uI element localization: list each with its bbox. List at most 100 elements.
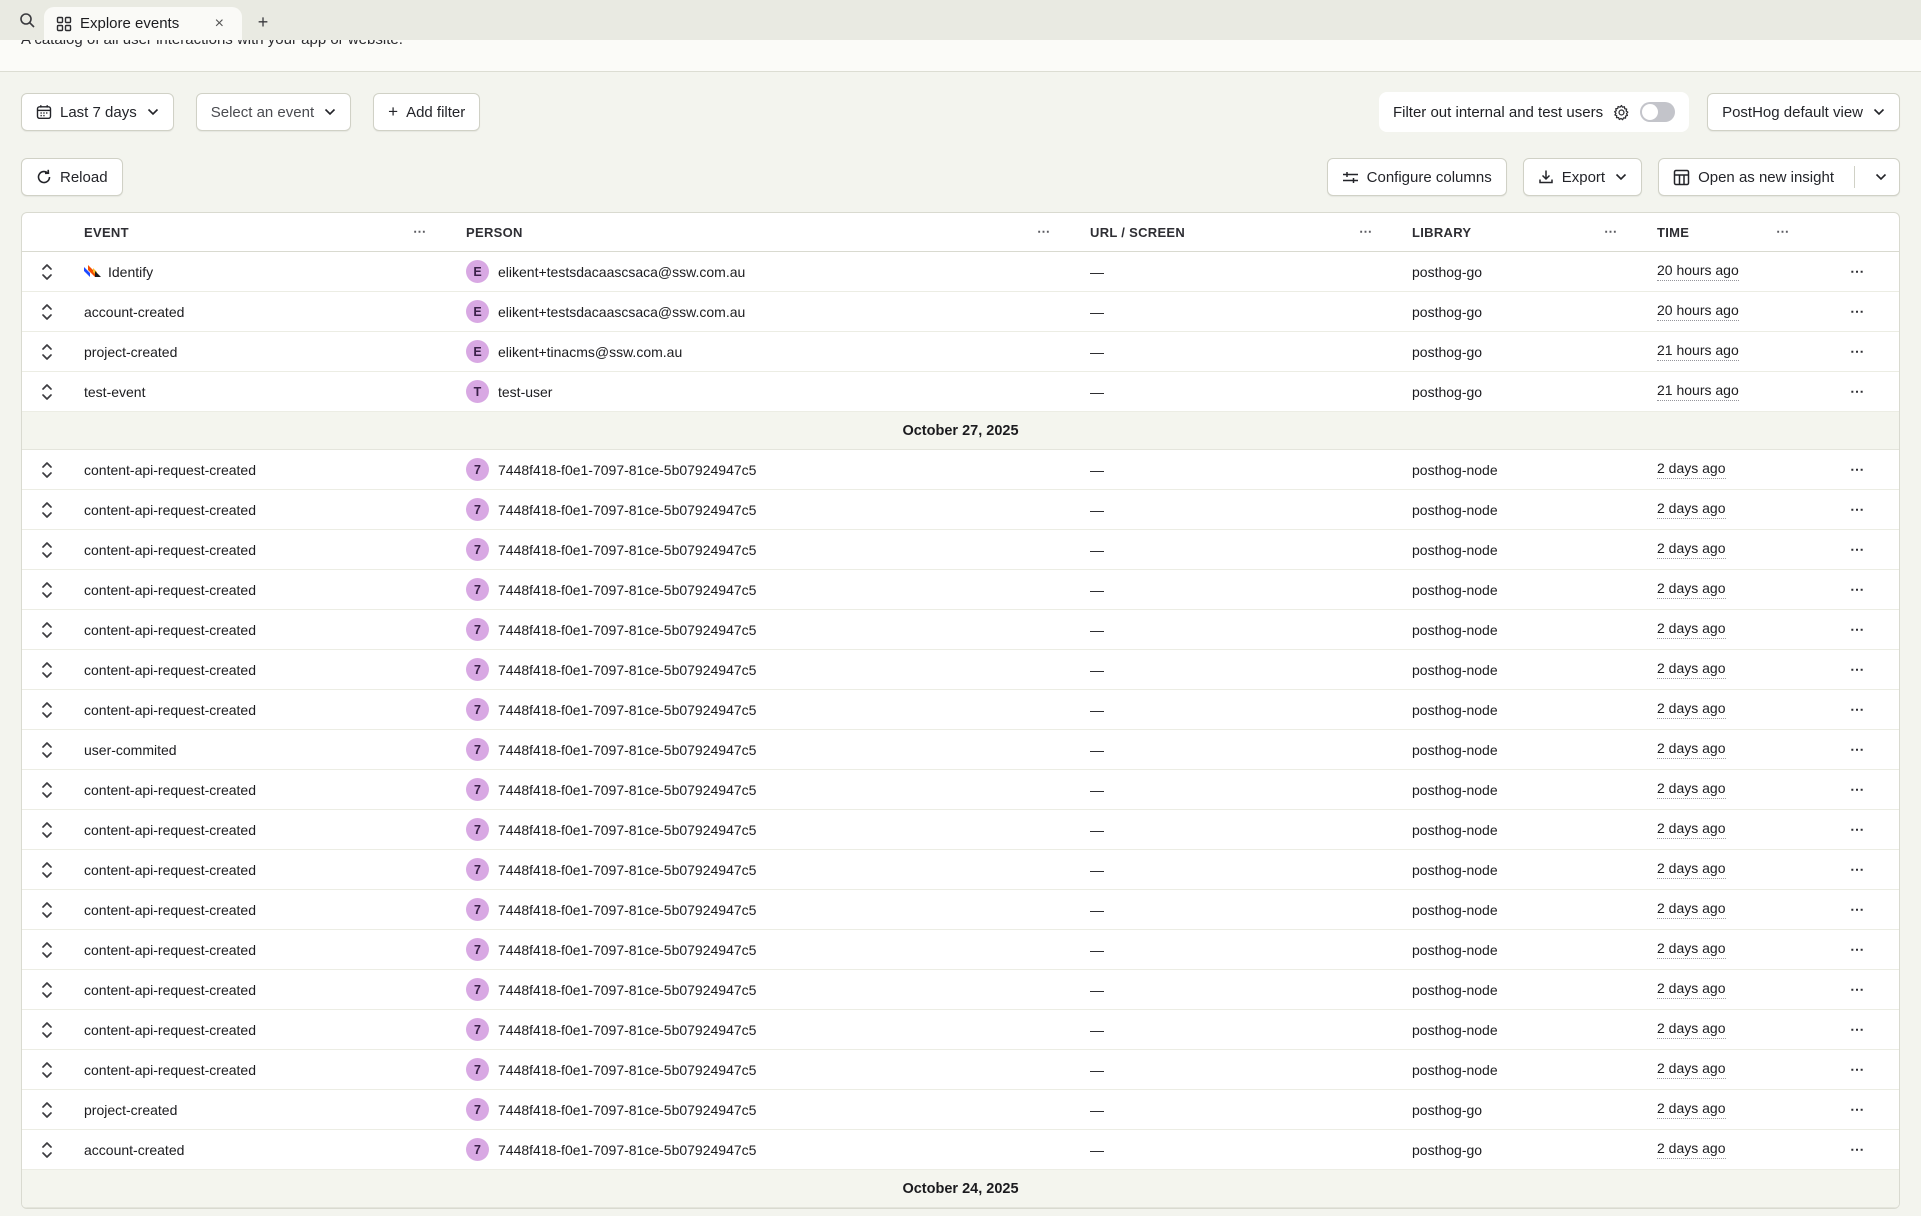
person-cell[interactable]: T test-user: [454, 372, 1078, 411]
column-header-person[interactable]: PERSON ⋯: [454, 213, 1078, 251]
row-more-icon[interactable]: ⋯: [1850, 981, 1866, 998]
event-cell[interactable]: content-api-request-created: [72, 890, 454, 929]
table-row[interactable]: content-api-request-created 7 7448f418-f…: [22, 490, 1899, 530]
person-cell[interactable]: 7 7448f418-f0e1-7097-81ce-5b07924947c5: [454, 730, 1078, 769]
event-cell[interactable]: account-created: [72, 292, 454, 331]
event-cell[interactable]: content-api-request-created: [72, 770, 454, 809]
drag-handle[interactable]: [22, 292, 72, 331]
table-row[interactable]: content-api-request-created 7 7448f418-f…: [22, 1050, 1899, 1090]
person-cell[interactable]: 7 7448f418-f0e1-7097-81ce-5b07924947c5: [454, 1010, 1078, 1049]
row-more-icon[interactable]: ⋯: [1850, 621, 1866, 638]
row-more-icon[interactable]: ⋯: [1850, 941, 1866, 958]
table-row[interactable]: content-api-request-created 7 7448f418-f…: [22, 690, 1899, 730]
person-cell[interactable]: 7 7448f418-f0e1-7097-81ce-5b07924947c5: [454, 930, 1078, 969]
drag-handle[interactable]: [22, 372, 72, 411]
event-cell[interactable]: user-commited: [72, 730, 454, 769]
table-row[interactable]: content-api-request-created 7 7448f418-f…: [22, 1010, 1899, 1050]
gear-icon[interactable]: [1613, 104, 1630, 121]
drag-handle[interactable]: [22, 650, 72, 689]
drag-handle[interactable]: [22, 252, 72, 291]
table-row[interactable]: content-api-request-created 7 7448f418-f…: [22, 530, 1899, 570]
new-tab-button[interactable]: +: [248, 7, 278, 37]
person-cell[interactable]: 7 7448f418-f0e1-7097-81ce-5b07924947c5: [454, 490, 1078, 529]
table-row[interactable]: content-api-request-created 7 7448f418-f…: [22, 650, 1899, 690]
drag-handle[interactable]: [22, 450, 72, 489]
table-row[interactable]: account-created E elikent+testsdacaascsa…: [22, 292, 1899, 332]
event-cell[interactable]: Identify: [72, 252, 454, 291]
table-row[interactable]: Identify E elikent+testsdacaascsaca@ssw.…: [22, 252, 1899, 292]
table-row[interactable]: user-commited 7 7448f418-f0e1-7097-81ce-…: [22, 730, 1899, 770]
event-cell[interactable]: account-created: [72, 1130, 454, 1169]
table-row[interactable]: content-api-request-created 7 7448f418-f…: [22, 610, 1899, 650]
person-cell[interactable]: 7 7448f418-f0e1-7097-81ce-5b07924947c5: [454, 530, 1078, 569]
person-cell[interactable]: 7 7448f418-f0e1-7097-81ce-5b07924947c5: [454, 570, 1078, 609]
add-filter-button[interactable]: + Add filter: [373, 93, 480, 131]
event-cell[interactable]: content-api-request-created: [72, 650, 454, 689]
row-more-icon[interactable]: ⋯: [1850, 383, 1866, 400]
tab-explore-events[interactable]: Explore events ×: [44, 7, 242, 40]
row-more-icon[interactable]: ⋯: [1850, 263, 1866, 280]
event-cell[interactable]: content-api-request-created: [72, 1050, 454, 1089]
event-cell[interactable]: content-api-request-created: [72, 810, 454, 849]
event-cell[interactable]: content-api-request-created: [72, 610, 454, 649]
date-range-select[interactable]: Last 7 days: [21, 93, 174, 131]
row-more-icon[interactable]: ⋯: [1850, 661, 1866, 678]
row-more-icon[interactable]: ⋯: [1850, 901, 1866, 918]
drag-handle[interactable]: [22, 1130, 72, 1169]
row-more-icon[interactable]: ⋯: [1850, 741, 1866, 758]
column-more-icon[interactable]: ⋯: [413, 224, 428, 240]
drag-handle[interactable]: [22, 610, 72, 649]
event-cell[interactable]: project-created: [72, 1090, 454, 1129]
drag-handle[interactable]: [22, 930, 72, 969]
drag-handle[interactable]: [22, 810, 72, 849]
person-cell[interactable]: 7 7448f418-f0e1-7097-81ce-5b07924947c5: [454, 1090, 1078, 1129]
person-cell[interactable]: E elikent+tinacms@ssw.com.au: [454, 332, 1078, 371]
drag-handle[interactable]: [22, 970, 72, 1009]
drag-handle[interactable]: [22, 730, 72, 769]
person-cell[interactable]: 7 7448f418-f0e1-7097-81ce-5b07924947c5: [454, 690, 1078, 729]
search-button[interactable]: [10, 4, 44, 36]
drag-handle[interactable]: [22, 570, 72, 609]
event-cell[interactable]: content-api-request-created: [72, 970, 454, 1009]
drag-handle[interactable]: [22, 490, 72, 529]
row-more-icon[interactable]: ⋯: [1850, 1021, 1866, 1038]
person-cell[interactable]: 7 7448f418-f0e1-7097-81ce-5b07924947c5: [454, 1050, 1078, 1089]
open-insight-more-button[interactable]: [1863, 159, 1899, 195]
row-more-icon[interactable]: ⋯: [1850, 821, 1866, 838]
person-cell[interactable]: E elikent+testsdacaascsaca@ssw.com.au: [454, 292, 1078, 331]
drag-handle[interactable]: [22, 770, 72, 809]
person-cell[interactable]: 7 7448f418-f0e1-7097-81ce-5b07924947c5: [454, 450, 1078, 489]
column-more-icon[interactable]: ⋯: [1776, 224, 1791, 240]
row-more-icon[interactable]: ⋯: [1850, 1101, 1866, 1118]
event-cell[interactable]: content-api-request-created: [72, 490, 454, 529]
internal-users-toggle[interactable]: [1640, 102, 1675, 122]
event-cell[interactable]: project-created: [72, 332, 454, 371]
table-row[interactable]: content-api-request-created 7 7448f418-f…: [22, 810, 1899, 850]
person-cell[interactable]: 7 7448f418-f0e1-7097-81ce-5b07924947c5: [454, 970, 1078, 1009]
tab-close-icon[interactable]: ×: [211, 14, 228, 34]
person-cell[interactable]: 7 7448f418-f0e1-7097-81ce-5b07924947c5: [454, 810, 1078, 849]
drag-handle[interactable]: [22, 1090, 72, 1129]
column-more-icon[interactable]: ⋯: [1359, 224, 1374, 240]
drag-handle[interactable]: [22, 1010, 72, 1049]
event-cell[interactable]: test-event: [72, 372, 454, 411]
row-more-icon[interactable]: ⋯: [1850, 1141, 1866, 1158]
row-more-icon[interactable]: ⋯: [1850, 303, 1866, 320]
column-header-time[interactable]: TIME ⋯: [1645, 213, 1817, 251]
row-more-icon[interactable]: ⋯: [1850, 781, 1866, 798]
person-cell[interactable]: 7 7448f418-f0e1-7097-81ce-5b07924947c5: [454, 650, 1078, 689]
drag-handle[interactable]: [22, 890, 72, 929]
drag-handle[interactable]: [22, 332, 72, 371]
person-cell[interactable]: 7 7448f418-f0e1-7097-81ce-5b07924947c5: [454, 1130, 1078, 1169]
table-row[interactable]: content-api-request-created 7 7448f418-f…: [22, 970, 1899, 1010]
table-row[interactable]: test-event T test-user — posthog-go 21 h…: [22, 372, 1899, 412]
row-more-icon[interactable]: ⋯: [1850, 461, 1866, 478]
export-button[interactable]: Export: [1523, 158, 1642, 196]
table-row[interactable]: content-api-request-created 7 7448f418-f…: [22, 770, 1899, 810]
event-cell[interactable]: content-api-request-created: [72, 930, 454, 969]
configure-columns-button[interactable]: Configure columns: [1327, 158, 1507, 196]
event-cell[interactable]: content-api-request-created: [72, 570, 454, 609]
row-more-icon[interactable]: ⋯: [1850, 501, 1866, 518]
drag-handle[interactable]: [22, 850, 72, 889]
event-select[interactable]: Select an event: [196, 93, 351, 131]
